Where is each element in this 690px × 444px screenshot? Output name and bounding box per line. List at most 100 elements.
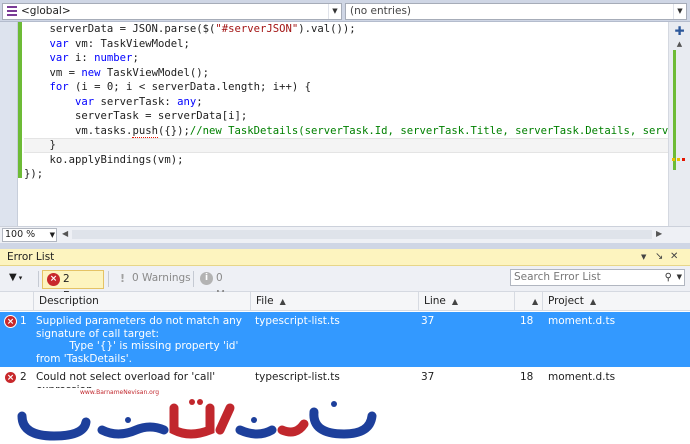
- scroll-right-icon[interactable]: ▶: [656, 229, 662, 238]
- info-icon: i: [200, 272, 213, 285]
- code-token: ;: [196, 95, 203, 108]
- scroll-up-icon[interactable]: ▲: [674, 40, 685, 50]
- vertical-scrollbar[interactable]: ✚ ▲: [668, 22, 690, 226]
- zoom-level-dropdown[interactable]: 100 % ▼: [2, 228, 57, 242]
- code-token: ;: [132, 52, 139, 64]
- row-number: 2: [20, 371, 27, 383]
- code-keyword: any: [177, 95, 197, 108]
- chevron-down-icon[interactable]: ▼: [328, 4, 341, 19]
- code-comment: //new TaskDetails(serverTask.Id, serverT…: [189, 124, 668, 137]
- code-line[interactable]: });: [24, 167, 668, 182]
- code-token: ({});: [157, 124, 190, 137]
- scrollbar-change-map: [673, 50, 676, 170]
- code-keyword: number: [94, 52, 133, 64]
- code-token: ).val());: [298, 23, 356, 35]
- search-icon[interactable]: ⚲: [665, 270, 672, 285]
- code-line[interactable]: ko.applyBindings(vm);: [24, 153, 668, 168]
- search-error-list-input[interactable]: Search Error List ⚲ ▼: [510, 269, 685, 286]
- scope-dropdown[interactable]: <global> ▼: [2, 3, 342, 20]
- code-keyword: var: [75, 95, 95, 108]
- code-editor[interactable]: serverData = JSON.parse($("#serverJSON")…: [0, 22, 690, 226]
- error-icon: ×: [4, 315, 17, 328]
- row-number: 1: [20, 315, 27, 327]
- code-string: "#serverJSON": [215, 23, 299, 35]
- column-header-project[interactable]: Project ▲: [542, 292, 690, 311]
- member-dropdown[interactable]: (no entries) ▼: [345, 3, 687, 20]
- code-line[interactable]: vm = new TaskViewModel();: [24, 66, 668, 81]
- code-keyword: var: [49, 52, 69, 64]
- row-column: 18: [520, 371, 534, 383]
- window-position-dropdown-icon[interactable]: ▼: [641, 253, 646, 261]
- code-token: (i = 0; i < serverData.length; i++) {: [68, 81, 312, 93]
- change-tracking-bar: [18, 22, 22, 178]
- code-token: serverTask = serverData[i];: [24, 110, 248, 122]
- code-line[interactable]: serverData = JSON.parse($("#serverJSON")…: [24, 22, 668, 37]
- column-header-line[interactable]: Line ▲: [418, 292, 514, 311]
- row-file: typescript-list.ts: [255, 315, 340, 327]
- code-keyword: var: [49, 37, 69, 50]
- filter-button[interactable]: ▼ ▾: [9, 272, 33, 286]
- chevron-down-icon[interactable]: ▾: [19, 274, 23, 282]
- row-project: moment.d.ts: [548, 371, 616, 383]
- error-icon: ×: [4, 371, 17, 384]
- code-token: serverData = JSON.parse($(: [24, 23, 216, 35]
- toolbar-separator: [38, 271, 39, 287]
- errors-filter-toggle[interactable]: × 2 Errors: [42, 270, 104, 302]
- code-line[interactable]: for (i = 0; i < serverData.length; i++) …: [24, 80, 668, 95]
- namespace-icon: [7, 6, 17, 16]
- code-token: TaskViewModel();: [100, 66, 209, 79]
- pin-icon[interactable]: ↘: [655, 251, 663, 262]
- sort-ascending-icon: ▲: [532, 297, 539, 306]
- column-header-description[interactable]: Description: [33, 292, 250, 311]
- code-line[interactable]: }: [24, 138, 668, 153]
- row-file: typescript-list.ts: [255, 371, 340, 383]
- horizontal-scrollbar[interactable]: [72, 230, 652, 239]
- row-description: Supplied parameters do not match any sig…: [36, 315, 242, 365]
- scroll-left-icon[interactable]: ◀: [62, 229, 68, 238]
- zoom-level-value: 100 %: [5, 229, 36, 240]
- table-row[interactable]: × 2 Could not select overload for 'call'…: [0, 368, 690, 396]
- code-token: i:: [68, 52, 95, 64]
- column-header-column[interactable]: ▲: [514, 292, 542, 311]
- chevron-down-icon[interactable]: ▼: [677, 270, 682, 285]
- error-list-column-headers: Description File ▲ Line ▲ ▲ Project ▲: [0, 292, 690, 311]
- code-token: });: [24, 168, 44, 180]
- chevron-down-icon[interactable]: ▼: [673, 4, 686, 19]
- sort-ascending-icon: ▲: [279, 297, 286, 306]
- code-token: vm =: [24, 66, 82, 79]
- code-line[interactable]: var vm: TaskViewModel;: [24, 37, 668, 52]
- panel-title: Error List: [7, 251, 55, 263]
- code-token: }: [24, 139, 56, 151]
- warnings-filter-toggle[interactable]: ! 0 Warnings: [112, 270, 192, 289]
- code-line[interactable]: serverTask = serverData[i];: [24, 109, 668, 124]
- search-placeholder: Search Error List: [514, 271, 601, 283]
- close-icon[interactable]: ✕: [670, 251, 678, 262]
- column-header-file[interactable]: File ▲: [250, 292, 418, 311]
- warning-icon: !: [119, 272, 126, 285]
- editor-navigation-bar: <global> ▼ (no entries) ▼: [0, 0, 690, 22]
- code-line[interactable]: var i: number;: [24, 51, 668, 66]
- messages-filter-toggle[interactable]: i 0 Messages: [196, 270, 276, 301]
- code-keyword: for: [49, 81, 69, 93]
- code-error-squiggle: push: [132, 124, 158, 138]
- row-project: moment.d.ts: [548, 315, 616, 327]
- table-row[interactable]: × 1 Supplied parameters do not match any…: [0, 312, 690, 367]
- code-token: ko.applyBindings(vm);: [24, 153, 184, 166]
- code-line[interactable]: vm.tasks.push({});//new TaskDetails(serv…: [24, 124, 668, 139]
- scope-dropdown-value: <global>: [21, 5, 71, 17]
- code-text-area[interactable]: serverData = JSON.parse($("#serverJSON")…: [24, 22, 668, 222]
- sort-ascending-icon: ▲: [451, 297, 459, 306]
- split-editor-icon[interactable]: ✚: [673, 25, 686, 38]
- toolbar-separator: [193, 271, 194, 287]
- scrollbar-error-markers: [672, 158, 687, 172]
- watermark-area: www.BarnameNevisan.org: [0, 388, 690, 444]
- row-line: 37: [421, 315, 435, 327]
- code-line[interactable]: var serverTask: any;: [24, 95, 668, 110]
- watermark-url: www.BarnameNevisan.org: [80, 389, 159, 396]
- chevron-down-icon[interactable]: ▼: [50, 229, 55, 241]
- error-icon: ×: [47, 273, 60, 286]
- filter-icon: ▼: [9, 272, 17, 283]
